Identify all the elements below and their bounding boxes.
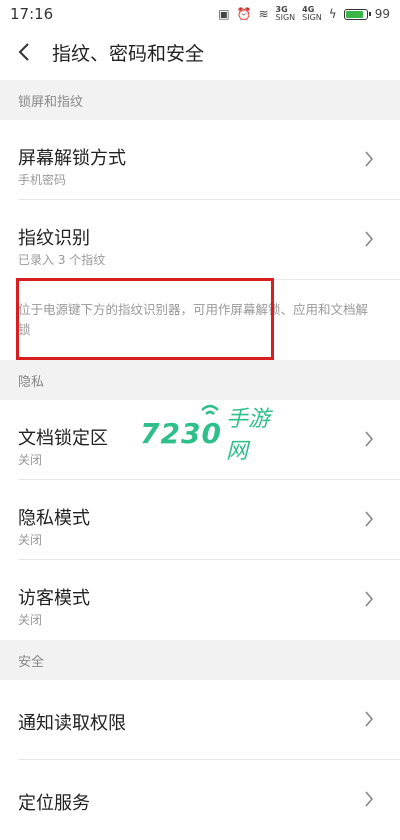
- fingerprint-row[interactable]: 指纹识别 已录入 3 个指纹: [0, 200, 400, 280]
- watermark-text: 手游网: [225, 407, 270, 464]
- section-header-security: 安全: [0, 640, 400, 680]
- highlight-box: [16, 278, 274, 360]
- signal-4g-icon: 4G SIGN: [302, 5, 322, 22]
- status-icons: ▣ ⏰ ≋ 3G SIGN 4G SIGN ϟ 99: [218, 6, 390, 22]
- watermark-number: 7230: [140, 416, 222, 450]
- chevron-right-icon: [365, 791, 374, 807]
- battery-icon: [343, 8, 371, 20]
- row-sublabel: 关闭: [18, 533, 43, 547]
- row-label: 定位服务: [18, 793, 90, 814]
- status-time: 17:16: [10, 5, 54, 23]
- back-button[interactable]: [0, 28, 48, 76]
- row-label: 指纹识别: [18, 228, 90, 249]
- row-label: 文档锁定区: [18, 428, 108, 449]
- row-label: 通知读取权限: [18, 713, 126, 734]
- watermark-logo: 7230 手游网: [140, 404, 280, 464]
- battery-level: 99: [374, 7, 390, 21]
- screen-unlock-row[interactable]: 屏幕解锁方式 手机密码: [0, 120, 400, 200]
- wifi-wave-icon: [201, 404, 219, 415]
- chevron-right-icon: [365, 231, 374, 247]
- row-label: 隐私模式: [18, 508, 90, 529]
- status-bar: 17:16 ▣ ⏰ ≋ 3G SIGN 4G SIGN ϟ 99: [0, 0, 400, 28]
- chevron-right-icon: [365, 511, 374, 527]
- section-header-lock: 锁屏和指纹: [0, 80, 400, 120]
- section-header-privacy: 隐私: [0, 360, 400, 400]
- guest-mode-row[interactable]: 访客模式 关闭: [0, 560, 400, 640]
- row-label: 访客模式: [18, 588, 90, 609]
- row-sublabel: 关闭: [18, 453, 43, 467]
- row-sublabel: 关闭: [18, 613, 43, 627]
- chevron-left-icon: [18, 43, 29, 61]
- chevron-right-icon: [365, 711, 374, 727]
- chevron-right-icon: [365, 431, 374, 447]
- row-sublabel: 手机密码: [18, 173, 67, 187]
- location-row[interactable]: 定位服务: [0, 760, 400, 840]
- nfc-icon: ▣: [218, 7, 230, 21]
- privacy-mode-row[interactable]: 隐私模式 关闭: [0, 480, 400, 560]
- page-title: 指纹、密码和安全: [52, 42, 205, 65]
- alarm-icon: ⏰: [236, 7, 252, 21]
- row-label: 屏幕解锁方式: [18, 148, 126, 169]
- header: 指纹、密码和安全: [0, 28, 400, 76]
- chevron-right-icon: [365, 151, 374, 167]
- signal-3g-icon: 3G SIGN: [275, 5, 296, 22]
- chevron-right-icon: [365, 591, 374, 607]
- wifi-icon: ≋: [258, 7, 269, 21]
- charging-icon: ϟ: [328, 7, 337, 21]
- row-sublabel: 已录入 3 个指纹: [18, 253, 106, 267]
- notification-access-row[interactable]: 通知读取权限: [0, 680, 400, 760]
